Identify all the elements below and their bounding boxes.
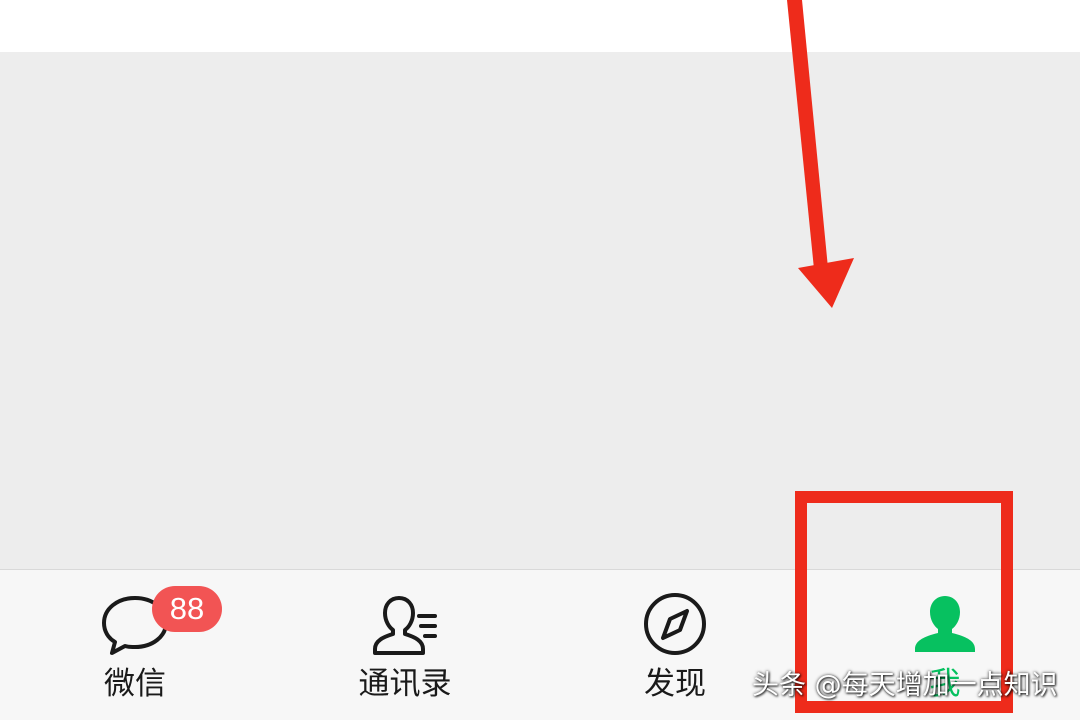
tab-chats[interactable]: 88 微信 [35,570,235,720]
compass-icon [644,593,706,655]
watermark: 头条 @每天增加一点知识 [752,670,1058,701]
tab-chats-label: 微信 [104,666,166,702]
tab-discover[interactable]: 发现 [575,570,775,720]
screen: 88 微信 通讯录 发现 我 头条 @每天增加一点知识 [0,0,1080,720]
contacts-icon [373,596,437,655]
tab-discover-label: 发现 [644,666,706,702]
tab-contacts[interactable]: 通讯录 [305,570,505,720]
top-panel [0,0,1080,52]
tab-contacts-label: 通讯录 [358,666,452,702]
unread-badge: 88 [152,586,222,632]
